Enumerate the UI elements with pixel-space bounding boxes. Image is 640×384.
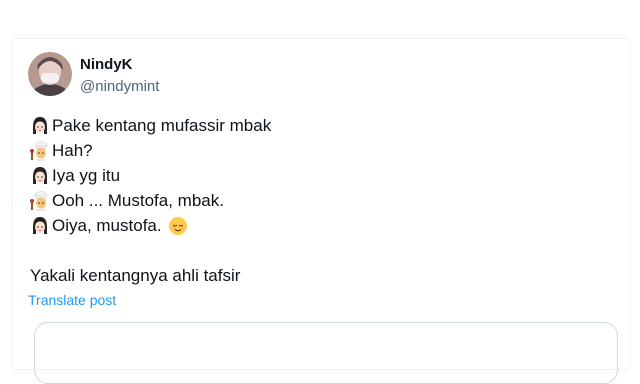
line-text: Oiya, mustofa. [52,216,162,235]
cook-emoji-icon [30,141,50,161]
post-line: Oiya, mustofa. [30,215,188,237]
user-handle[interactable]: @nindymint [80,78,159,95]
post-line: Hah? [30,140,93,162]
embedded-card[interactable] [34,322,618,384]
avatar[interactable] [28,52,72,96]
line-text: Ooh ... Mustofa, mbak. [52,191,224,210]
woman-emoji-icon [30,166,50,186]
post-line: Ooh ... Mustofa, mbak. [30,190,224,212]
relieved-face-icon [168,216,188,236]
woman-emoji-icon [30,216,50,236]
closing-text: Yakali kentangnya ahli tafsir [30,266,241,285]
translate-post-link[interactable]: Translate post [28,292,116,308]
post-line: Pake kentang mufassir mbak [30,115,271,137]
display-name[interactable]: NindyK [80,56,133,73]
cook-emoji-icon [30,191,50,211]
line-text: Iya yg itu [52,166,121,185]
page: NindyK @nindymint Pake kentang mufassir … [0,0,640,384]
post-line: Iya yg itu [30,165,120,187]
woman-emoji-icon [30,116,50,136]
line-text: Hah? [52,141,93,160]
more-options-button[interactable] [600,58,624,70]
line-text: Pake kentang mufassir mbak [52,116,272,135]
